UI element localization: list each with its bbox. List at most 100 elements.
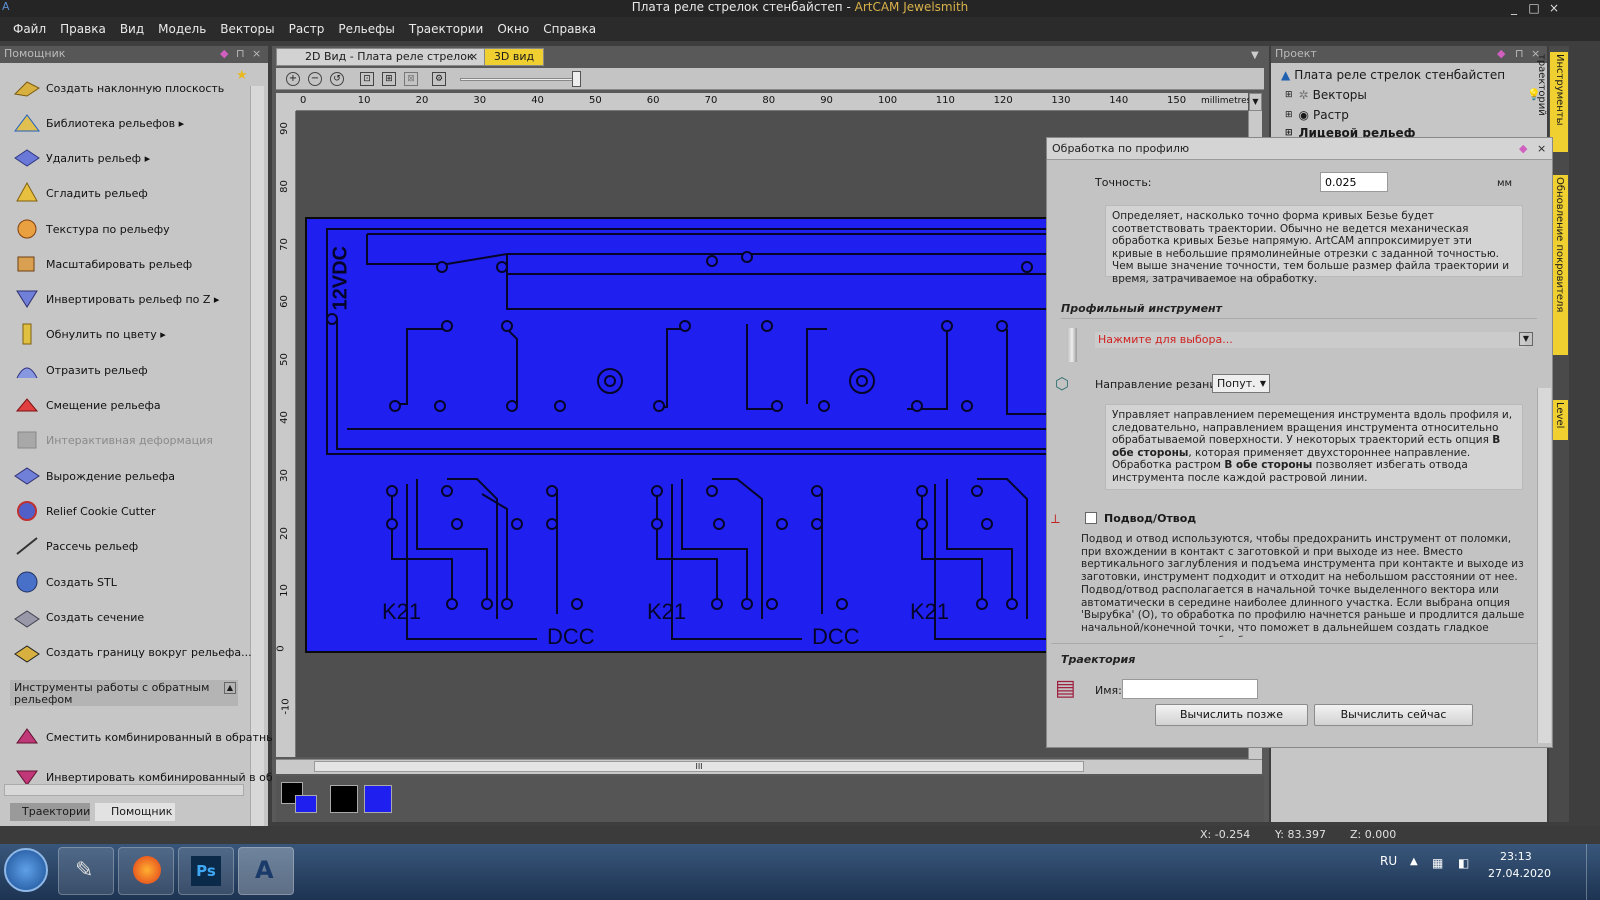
- tray-volume-icon[interactable]: ◧: [1458, 856, 1469, 870]
- precision-input[interactable]: [1320, 172, 1388, 192]
- calculate-later-button[interactable]: Вычислить позже: [1155, 704, 1308, 726]
- zoom-fit-icon[interactable]: ⊡: [360, 72, 374, 86]
- cut-direction-select[interactable]: Попут. ▼: [1212, 374, 1270, 393]
- lead-in-checkbox[interactable]: [1085, 512, 1097, 524]
- palette-blue[interactable]: [364, 785, 392, 813]
- ruler-top-tick: 30: [473, 95, 487, 106]
- project-vectors[interactable]: ⊞ ✲ Векторы: [1285, 88, 1367, 102]
- clock-date[interactable]: 27.04.2020: [1488, 867, 1551, 880]
- assistant-hscrollbar[interactable]: [4, 784, 244, 796]
- project-pin-icon[interactable]: ⊓: [1515, 46, 1524, 62]
- tray-network-icon[interactable]: ▦: [1432, 856, 1443, 870]
- collapse-icon[interactable]: ▲: [224, 682, 236, 694]
- taskbar-firefox[interactable]: [118, 847, 174, 895]
- menu-bitmaps[interactable]: Растр: [282, 22, 332, 36]
- tool-delete-relief[interactable]: Удалить рельеф ▸: [12, 143, 150, 173]
- cut-direction-help: Управляет направлением перемещения инстр…: [1105, 404, 1523, 490]
- tool-select-field[interactable]: Нажмите для выбора...: [1095, 332, 1525, 348]
- menu-model[interactable]: Модель: [151, 22, 213, 36]
- tool-offset-relief[interactable]: Смещение рельефа: [12, 390, 161, 420]
- tool-scale-relief[interactable]: Масштабировать рельеф: [12, 249, 192, 279]
- project-eraser-icon[interactable]: ◆: [1497, 46, 1505, 62]
- favorite-star-icon[interactable]: ★: [236, 68, 248, 83]
- zoom-out-icon[interactable]: −: [308, 72, 322, 86]
- tool-mirror-relief[interactable]: Отразить рельеф: [12, 355, 148, 385]
- close-button[interactable]: ×: [1545, 0, 1563, 17]
- tab-3d-view[interactable]: 3D вид: [484, 48, 544, 66]
- tool-relief-degeneration[interactable]: Вырождение рельефа: [12, 461, 175, 491]
- taskbar-notepad[interactable]: ✎: [58, 847, 114, 895]
- tool-create-stl[interactable]: Создать STL: [12, 567, 117, 597]
- ruler-left-tick: 0: [275, 645, 287, 652]
- pcb-relief[interactable]: 12VDC K21 DCC K21 DCC K21: [305, 217, 1050, 653]
- tab-assistant[interactable]: Помощник: [95, 803, 175, 821]
- maximize-button[interactable]: □: [1525, 0, 1543, 17]
- tab-close-icon[interactable]: ×: [469, 49, 478, 65]
- palette-black[interactable]: [330, 785, 358, 813]
- tool-offset-combined-reverse[interactable]: Сместить комбинированный в обратный: [12, 722, 282, 752]
- tool-create-section[interactable]: Создать сечение: [12, 602, 144, 632]
- ruler-left-tick: 30: [278, 468, 290, 482]
- language-indicator[interactable]: RU: [1380, 854, 1397, 868]
- dialog-scrollbar[interactable]: [1537, 388, 1551, 743]
- reverse-relief-group-header[interactable]: Инструменты работы с обратным рельефом ▲: [10, 680, 238, 706]
- zoom-box-icon[interactable]: ⊞: [382, 72, 396, 86]
- zoom-slider-thumb[interactable]: [572, 71, 581, 87]
- cut-direction-dropdown-icon[interactable]: ▼: [1260, 375, 1266, 392]
- show-desktop-button[interactable]: [1586, 844, 1600, 900]
- tab-list-dropdown-icon[interactable]: ▼: [1251, 50, 1259, 61]
- ruler-unit-dropdown-icon[interactable]: ▼: [1249, 93, 1262, 111]
- tool-invert-relief-z[interactable]: Инвертировать рельеф по Z ▸: [12, 284, 219, 314]
- expand-icon[interactable]: ⊞: [1285, 128, 1293, 137]
- tool-zero-by-color[interactable]: Обнулить по цвету ▸: [12, 319, 166, 349]
- start-button[interactable]: [4, 848, 48, 892]
- tray-expand-icon[interactable]: ▲: [1410, 856, 1418, 867]
- secondary-color-swatch[interactable]: [295, 795, 317, 813]
- project-front-relief[interactable]: ⊞ Лицевой рельеф: [1285, 128, 1416, 137]
- tab-2d-view[interactable]: 2D Вид - Плата реле стрелок ×: [276, 48, 486, 66]
- minimize-button[interactable]: _: [1505, 0, 1523, 17]
- tool-create-boundary[interactable]: Создать границу вокруг рельефа...: [12, 637, 252, 667]
- dialog-eraser-icon[interactable]: ◆: [1519, 138, 1527, 160]
- tool-split-relief[interactable]: Рассечь рельеф: [12, 531, 138, 561]
- menu-toolpaths[interactable]: Траектории: [402, 22, 490, 36]
- zoom-all-icon[interactable]: ⊠: [404, 72, 418, 86]
- status-bar: X: -0.254 Y: 83.397 Z: 0.000: [0, 826, 1600, 844]
- menu-window[interactable]: Окно: [490, 22, 536, 36]
- taskbar-photoshop[interactable]: Ps: [178, 847, 234, 895]
- view-settings-icon[interactable]: ⚙: [432, 72, 446, 86]
- menu-file[interactable]: Файл: [6, 22, 53, 36]
- menu-edit[interactable]: Правка: [53, 22, 113, 36]
- tool-texture-relief[interactable]: Текстура по рельефу: [12, 214, 170, 244]
- tool-create-inclined-plane[interactable]: Создать наклонную плоскость: [12, 73, 224, 103]
- toolpath-icon: ▤: [1055, 676, 1076, 701]
- toolpath-name-input[interactable]: [1122, 679, 1258, 699]
- expand-icon[interactable]: ⊞: [1285, 110, 1293, 120]
- tool-smooth-relief[interactable]: Сгладить рельеф: [12, 178, 148, 208]
- zoom-slider[interactable]: [460, 78, 580, 81]
- deform-icon: [12, 427, 42, 453]
- zoom-previous-icon[interactable]: ↺: [330, 72, 344, 86]
- tool-select-dropdown-icon[interactable]: ▼: [1519, 332, 1533, 346]
- clock-time[interactable]: 23:13: [1500, 850, 1532, 863]
- menu-help[interactable]: Справка: [536, 22, 603, 36]
- menu-view[interactable]: Вид: [113, 22, 151, 36]
- zoom-in-icon[interactable]: +: [286, 72, 300, 86]
- taskbar-artcam[interactable]: A: [238, 847, 294, 895]
- texture-icon: [12, 216, 42, 242]
- eraser-icon[interactable]: ◆: [220, 46, 228, 62]
- canvas-hscroll-thumb[interactable]: III: [314, 761, 1084, 772]
- pin-icon[interactable]: ⊓: [236, 46, 245, 62]
- project-bitmap[interactable]: ⊞ ◉ Растр: [1285, 108, 1349, 122]
- assistant-scrollbar[interactable]: [250, 86, 264, 826]
- tool-relief-library[interactable]: Библиотека рельефов ▸: [12, 108, 184, 138]
- project-root[interactable]: ▲ Плата реле стрелок стенбайстеп: [1281, 68, 1505, 82]
- expand-icon[interactable]: ⊞: [1285, 90, 1293, 100]
- tool-relief-cookie-cutter[interactable]: Relief Cookie Cutter: [12, 496, 156, 526]
- tab-toolpaths[interactable]: Траектории: [10, 803, 90, 821]
- menu-reliefs[interactable]: Рельефы: [331, 22, 401, 36]
- menu-vectors[interactable]: Векторы: [213, 22, 281, 36]
- calculate-now-button[interactable]: Вычислить сейчас: [1314, 704, 1473, 726]
- panel-close-icon[interactable]: ×: [252, 46, 261, 62]
- dialog-close-icon[interactable]: ×: [1537, 138, 1546, 160]
